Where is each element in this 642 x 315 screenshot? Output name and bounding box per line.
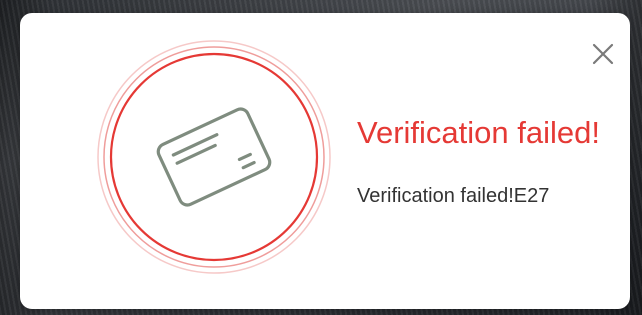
status-badge — [97, 40, 331, 274]
close-icon — [592, 43, 614, 65]
error-message: Verification failed!E27 — [357, 185, 550, 207]
close-button[interactable] — [588, 39, 618, 69]
verification-error-dialog: Verification failed! Verification failed… — [20, 13, 630, 309]
credit-card-icon — [156, 107, 272, 207]
dialog-title: Verification failed! — [357, 115, 600, 150]
